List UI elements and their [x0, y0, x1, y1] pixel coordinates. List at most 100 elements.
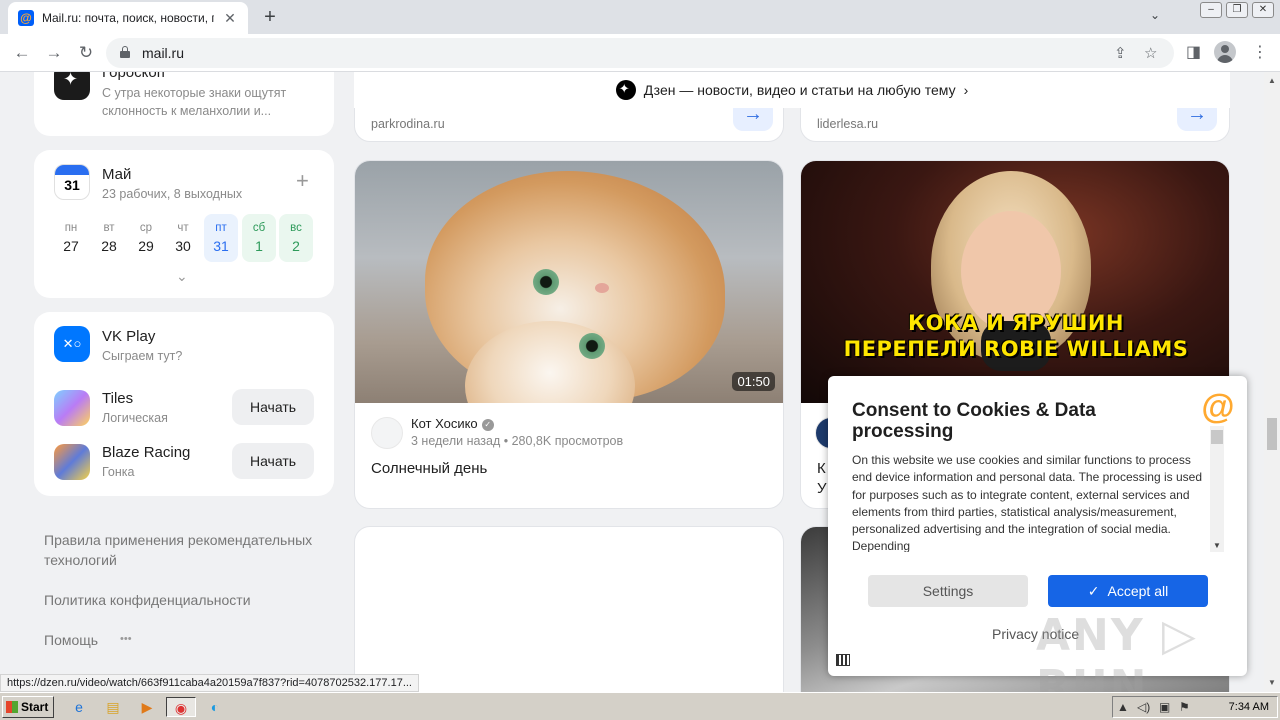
minimize-button[interactable]: –	[1200, 2, 1222, 18]
horoscope-card[interactable]: ✦ Гороскоп С утра некоторые знаки ощутят…	[34, 72, 334, 136]
url-text[interactable]: mail.ru	[142, 45, 184, 61]
calendar-month: Май	[102, 166, 132, 183]
volume-icon[interactable]: ◁)	[1137, 700, 1150, 714]
consent-scrollbar-thumb[interactable]	[1211, 430, 1223, 444]
video-thumbnail[interactable]: КОКА И ЯРУШИН ПЕРЕПЕЛИ ROBIE WILLIAMS	[801, 161, 1229, 403]
start-button[interactable]: Start	[2, 696, 54, 718]
flag-icon[interactable]: ⚑	[1179, 700, 1190, 714]
back-arrow-icon[interactable]: ←	[10, 42, 34, 64]
edge-icon[interactable]: ◐	[204, 697, 226, 717]
taskbar: Start e ▤ ▶ ◉ ◐ ▲ ◁) ▣ ⚑ 7:34 AM	[0, 692, 1280, 720]
restore-button[interactable]: ❐	[1226, 2, 1248, 18]
article-source: parkrodina.ru	[371, 117, 445, 131]
expand-chevron-icon[interactable]: ⌄	[176, 268, 188, 285]
menu-kebab-icon[interactable]: ⋮	[1252, 42, 1268, 62]
channel-avatar[interactable]	[371, 417, 403, 449]
tray-expand-icon[interactable]: ▲	[1117, 700, 1129, 714]
start-game-button[interactable]: Начать	[232, 443, 314, 479]
consent-scrollbar[interactable]: ▼	[1210, 426, 1224, 552]
scroll-up-arrow-icon[interactable]: ▲	[1268, 76, 1276, 85]
video-card-loading[interactable]	[354, 526, 784, 692]
start-game-button[interactable]: Начать	[232, 389, 314, 425]
tab-title: Mail.ru: почта, поиск, новости, пр	[42, 11, 214, 25]
help-link[interactable]: Помощь	[44, 630, 98, 650]
close-window-button[interactable]: ✕	[1252, 2, 1274, 18]
game-genre: Логическая	[102, 411, 168, 425]
calendar-card: 31 Май 23 рабочих, 8 выходных + пн 27 вт 2…	[34, 150, 334, 298]
mail-ru-favicon-icon: @	[18, 10, 34, 26]
calendar-day-weekend[interactable]: вс 2	[279, 214, 313, 262]
game-name[interactable]: Tiles	[102, 390, 133, 407]
consent-logo-icon: @	[1201, 388, 1235, 426]
scroll-down-arrow-icon[interactable]: ▼	[1213, 541, 1221, 550]
calendar-summary: 23 рабочих, 8 выходных	[102, 187, 243, 201]
consent-badge-icon[interactable]	[836, 654, 850, 666]
bookmark-star-icon[interactable]: ☆	[1144, 44, 1157, 62]
video-duration: 01:50	[732, 372, 775, 391]
video-card[interactable]: 01:50 Кот Хосико ✓ 3 недели назад • 280,8…	[354, 160, 784, 509]
tiles-game-icon[interactable]	[54, 390, 90, 426]
vk-play-subtitle: Сыграем тут?	[102, 349, 183, 363]
calendar-day[interactable]: вт 28	[92, 214, 126, 262]
tab-search-chevron-icon[interactable]: ⌄	[1150, 8, 1160, 22]
network-icon[interactable]: ▣	[1159, 700, 1170, 714]
consent-title: Consent to Cookies & Data processing	[852, 400, 1096, 442]
verified-icon: ✓	[481, 419, 494, 431]
vk-play-title[interactable]: VK Play	[102, 328, 155, 345]
video-title[interactable]: У	[817, 480, 827, 497]
tab-mail-ru[interactable]: @ Mail.ru: почта, поиск, новости, пр ✕	[8, 2, 248, 34]
video-meta: 3 недели назад • 280,8K просмотров	[411, 434, 624, 448]
chrome-icon[interactable]: ◉	[166, 697, 196, 717]
recommendation-rules-link[interactable]: Правила применения рекомендательных техн…	[44, 530, 334, 570]
horoscope-text: С утра некоторые знаки ощутят склонность…	[102, 86, 287, 118]
channel-name[interactable]: Кот Хосико ✓	[411, 416, 494, 431]
dzen-banner-text: Дзен — новости, видео и статьи на любую …	[643, 82, 956, 98]
more-icon[interactable]: •••	[120, 629, 132, 649]
settings-button[interactable]: Settings	[868, 575, 1028, 607]
add-event-icon[interactable]: +	[296, 168, 309, 194]
thumbnail-caption: КОКА И ЯРУШИН	[908, 311, 1124, 335]
forward-arrow-icon[interactable]: →	[42, 42, 66, 64]
reload-icon[interactable]: ↻	[74, 42, 98, 64]
profile-avatar-icon[interactable]	[1214, 41, 1236, 63]
share-icon[interactable]: ⇪	[1114, 44, 1127, 62]
tab-strip: @ Mail.ru: почта, поиск, новости, пр ✕ +…	[0, 0, 1280, 34]
system-tray: ▲ ◁) ▣ ⚑ 7:34 AM	[1112, 696, 1278, 718]
media-player-icon[interactable]: ▶	[136, 697, 158, 717]
taskbar-clock[interactable]: 7:34 AM	[1229, 701, 1269, 713]
status-bar-url: https://dzen.ru/video/watch/663f911caba4…	[0, 674, 419, 692]
address-bar[interactable]: mail.ru ⇪ ☆	[106, 38, 1174, 68]
side-panel-icon[interactable]: ◨	[1186, 42, 1201, 62]
chevron-right-icon: ›	[963, 82, 969, 98]
calendar-day-weekend[interactable]: сб 1	[242, 214, 276, 262]
file-explorer-icon[interactable]: ▤	[102, 697, 124, 717]
calendar-day-today[interactable]: пт 31	[204, 214, 238, 262]
privacy-policy-link[interactable]: Политика конфиденциальности	[44, 590, 251, 610]
game-name[interactable]: Blaze Racing	[102, 444, 190, 461]
internet-explorer-icon[interactable]: e	[68, 697, 90, 717]
calendar-icon: 31	[54, 164, 90, 200]
blaze-racing-game-icon[interactable]	[54, 444, 90, 480]
checkmark-icon: ✓	[1087, 583, 1100, 599]
lock-icon[interactable]	[120, 46, 130, 58]
vk-play-logo-icon: ✕○	[54, 326, 90, 362]
video-title[interactable]: Солнечный день	[371, 460, 487, 477]
tab-close-icon[interactable]: ✕	[222, 10, 238, 27]
calendar-day[interactable]: чт 30	[166, 214, 200, 262]
article-source: liderlesa.ru	[817, 117, 879, 131]
dzen-logo-icon	[615, 80, 636, 100]
sparkle-icon: ✦	[54, 72, 90, 100]
scrollbar-thumb[interactable]	[1267, 418, 1277, 450]
page-scrollbar[interactable]: ▲ ▼	[1264, 72, 1280, 692]
calendar-day[interactable]: ср 29	[129, 214, 163, 262]
dzen-banner[interactable]: Дзен — новости, видео и статьи на любую …	[354, 72, 1230, 108]
video-title[interactable]: К	[817, 460, 826, 477]
thumbnail-caption: ПЕРЕПЕЛИ ROBIE WILLIAMS	[843, 337, 1189, 361]
calendar-day[interactable]: пн 27	[54, 214, 88, 262]
video-thumbnail[interactable]: 01:50	[355, 161, 783, 403]
browser-toolbar: ← → ↻ mail.ru ⇪ ☆ ◨ ⋮	[0, 34, 1280, 72]
accept-all-button[interactable]: ✓ Accept all	[1048, 575, 1208, 607]
window-controls: – ❐ ✕	[1200, 2, 1274, 18]
new-tab-button[interactable]: +	[258, 6, 282, 30]
horoscope-title: Гороскоп	[102, 72, 165, 81]
